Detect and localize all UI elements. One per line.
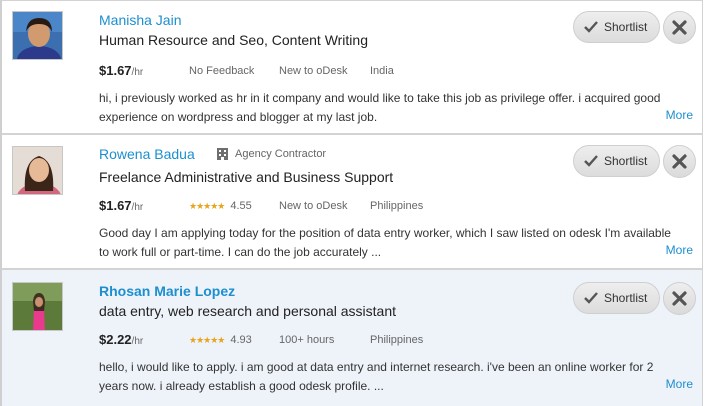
avatar[interactable] — [12, 146, 63, 195]
cover-letter-snippet: hello, i would like to apply. i am good … — [99, 360, 654, 393]
hourly-rate: $1.67/hr — [99, 198, 144, 213]
country: India — [370, 65, 394, 77]
applicant-card: Manisha Jain Human Resource and Seo, Con… — [0, 0, 703, 134]
agency-contractor-badge: Agency Contractor — [216, 147, 326, 161]
avatar[interactable] — [12, 11, 63, 60]
shortlist-label: Shortlist — [604, 154, 648, 168]
cover-letter-snippet: Good day I am applying today for the pos… — [99, 226, 671, 259]
hours-worked: 100+ hours — [279, 334, 335, 346]
applicant-list: Manisha Jain Human Resource and Seo, Con… — [0, 0, 707, 406]
country: Philippines — [370, 334, 424, 346]
building-icon — [217, 148, 228, 160]
check-icon — [584, 155, 598, 167]
close-icon — [672, 20, 687, 35]
more-link[interactable]: More — [666, 243, 693, 257]
freelancer-name-link[interactable]: Rhosan Marie Lopez — [99, 283, 235, 299]
star-rating-icon: ★★★★★ — [189, 334, 225, 345]
freelancer-title: data entry, web research and personal as… — [99, 303, 397, 319]
cover-letter-snippet: hi, i previously worked as hr in it comp… — [99, 91, 661, 124]
more-link[interactable]: More — [666, 108, 693, 122]
hours-worked: New to oDesk — [279, 65, 348, 77]
rating-value: 4.93 — [230, 334, 252, 346]
check-icon — [584, 292, 598, 304]
hourly-rate: $2.22/hr — [99, 332, 144, 347]
dismiss-button[interactable] — [663, 282, 696, 315]
hourly-rate: $1.67/hr — [99, 63, 144, 78]
freelancer-title: Freelance Administrative and Business Su… — [99, 169, 394, 185]
close-icon — [672, 154, 687, 169]
shortlist-label: Shortlist — [604, 20, 648, 34]
more-link[interactable]: More — [666, 377, 693, 391]
freelancer-name-link[interactable]: Rowena Badua — [99, 146, 195, 162]
freelancer-name-link[interactable]: Manisha Jain — [99, 12, 182, 28]
shortlist-button[interactable]: Shortlist — [573, 145, 660, 177]
check-icon — [584, 21, 598, 33]
avatar[interactable] — [12, 282, 63, 331]
close-icon — [672, 291, 687, 306]
rating: ★★★★★ 4.55 — [189, 200, 252, 212]
applicant-card: Rhosan Marie Lopez data entry, web resea… — [0, 269, 703, 406]
country: Philippines — [370, 200, 424, 212]
dismiss-button[interactable] — [663, 11, 696, 44]
dismiss-button[interactable] — [663, 145, 696, 178]
freelancer-title: Human Resource and Seo, Content Writing — [99, 32, 368, 48]
shortlist-button[interactable]: Shortlist — [573, 282, 660, 314]
shortlist-label: Shortlist — [604, 291, 648, 305]
hours-worked: New to oDesk — [279, 200, 348, 212]
applicant-card: Rowena Badua Agency Contractor Freelance… — [0, 134, 703, 269]
feedback-status: No Feedback — [189, 65, 255, 77]
star-rating-icon: ★★★★★ — [189, 200, 225, 211]
shortlist-button[interactable]: Shortlist — [573, 11, 660, 43]
rating-value: 4.55 — [230, 200, 252, 212]
rating: ★★★★★ 4.93 — [189, 334, 252, 346]
